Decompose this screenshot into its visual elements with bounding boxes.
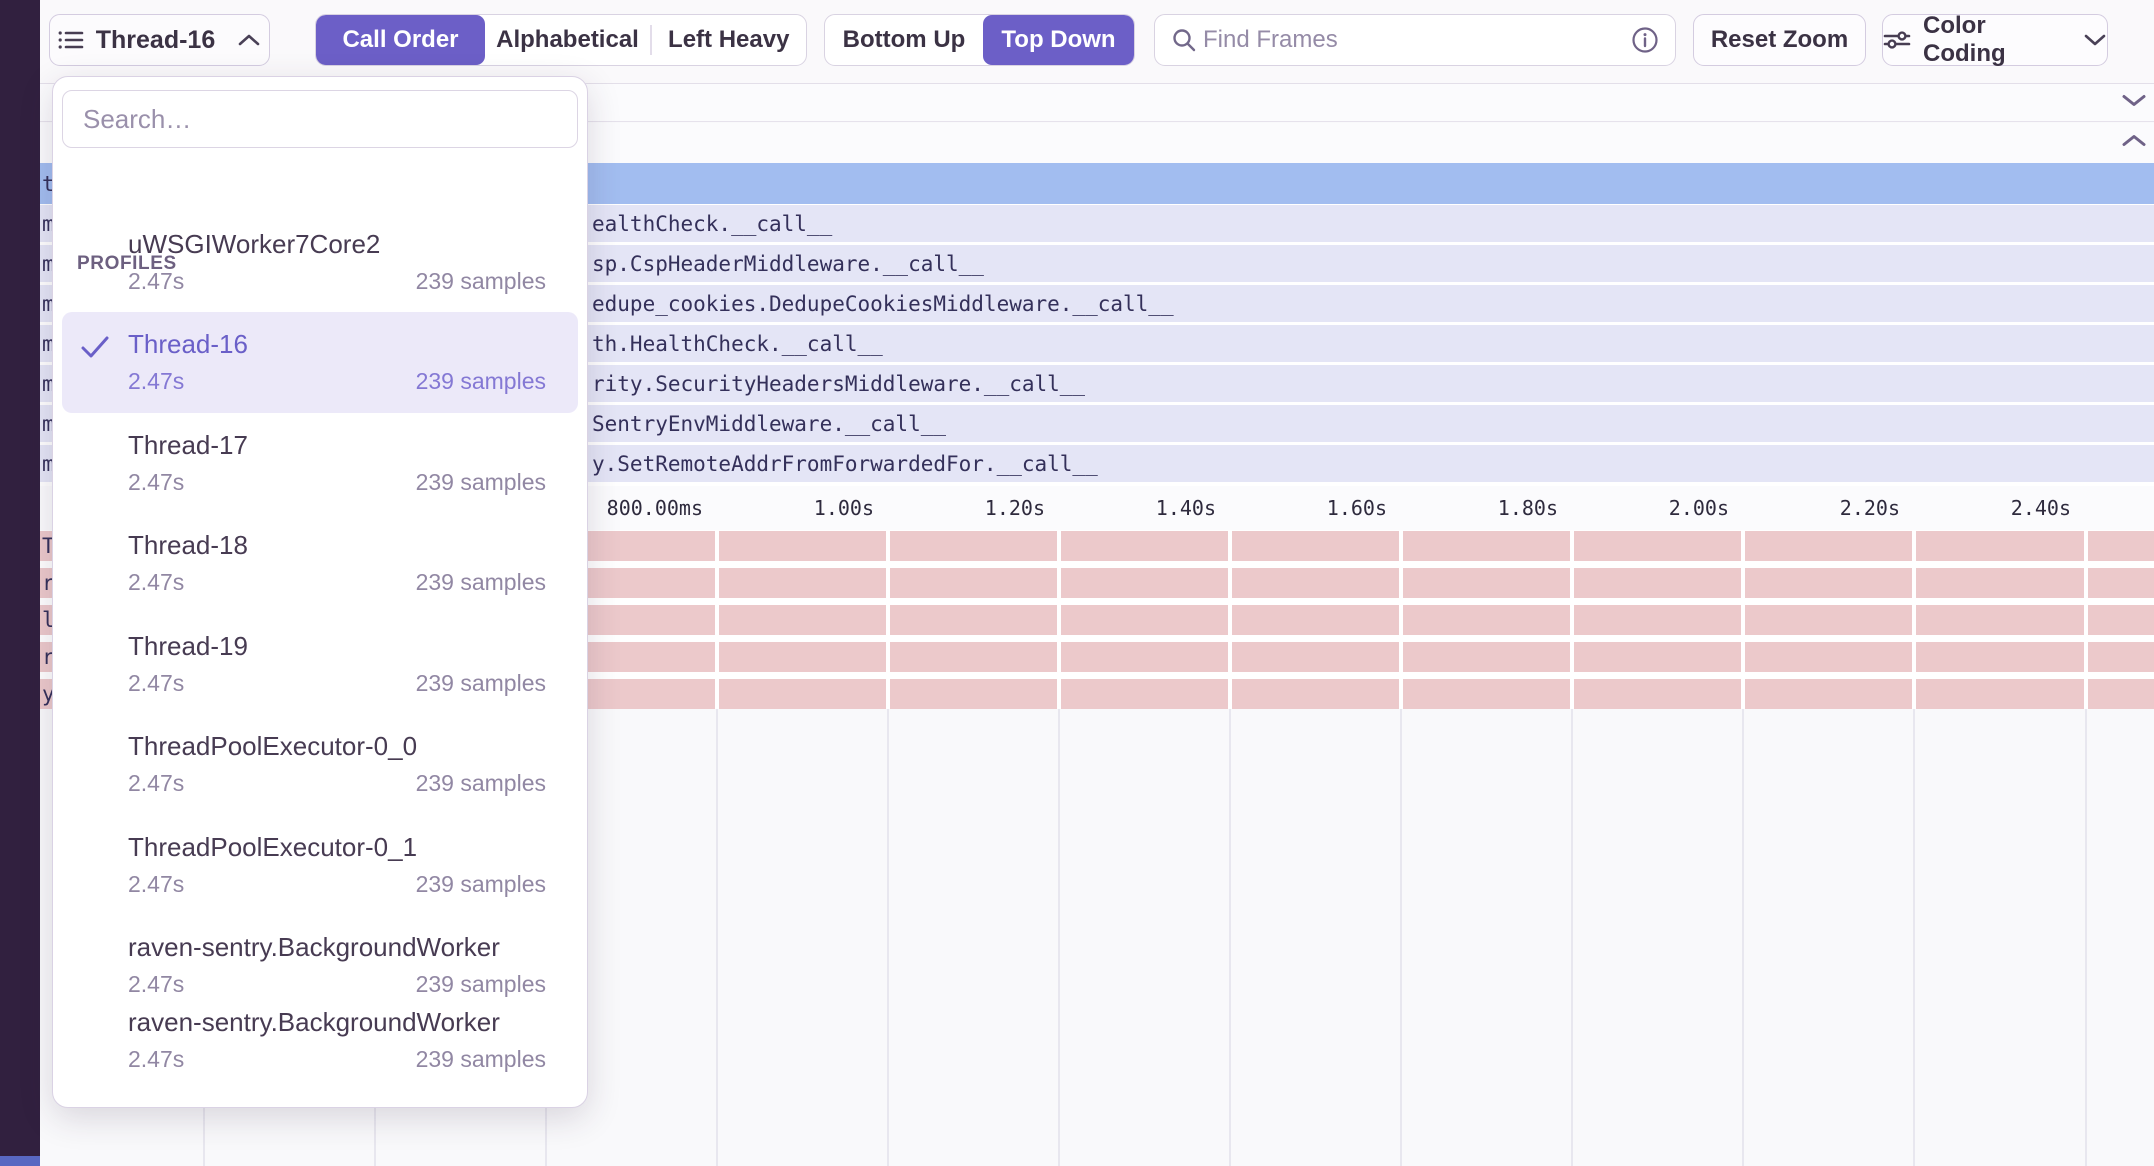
profile-item[interactable]: Thread-17 2.47s 239 samples	[62, 413, 578, 514]
profiles-search-input[interactable]	[63, 104, 577, 135]
profile-duration: 2.47s	[128, 871, 184, 898]
profiles-search-box	[62, 90, 578, 148]
chevron-up-icon	[237, 33, 261, 47]
time-axis-tick: 2.40s	[1925, 496, 2071, 520]
profile-duration: 2.47s	[128, 670, 184, 697]
sort-alphabetical-button[interactable]: Alphabetical	[485, 15, 650, 65]
profile-duration: 2.47s	[128, 469, 184, 496]
profile-samples: 239 samples	[416, 871, 546, 898]
frame-text-fragment: ealthCheck.__call__	[592, 212, 832, 236]
gridline	[1058, 709, 1060, 1166]
profile-name: ThreadPoolExecutor-0_0	[128, 731, 417, 762]
profile-name: Thread-18	[128, 530, 248, 561]
time-axis-tick: 1.80s	[1412, 496, 1558, 520]
profile-samples: 239 samples	[416, 469, 546, 496]
frame-text-fragment: SentryEnvMiddleware.__call__	[592, 412, 946, 436]
gridline	[1741, 531, 1745, 709]
info-icon[interactable]	[1631, 26, 1659, 54]
gridline	[1742, 709, 1744, 1166]
profile-samples: 239 samples	[416, 670, 546, 697]
sliders-icon	[1883, 29, 1911, 51]
gridline	[2085, 709, 2087, 1166]
profile-name: uWSGIWorker7Core2	[128, 229, 380, 260]
thread-list-icon	[58, 29, 84, 51]
find-frames-input[interactable]	[1197, 26, 1631, 54]
thread-selector-button[interactable]: Thread-16	[49, 14, 270, 66]
profile-duration: 2.47s	[128, 770, 184, 797]
profile-duration: 2.47s	[128, 268, 184, 295]
collapse-section-icon[interactable]	[2120, 133, 2148, 154]
profile-samples: 239 samples	[416, 1046, 546, 1073]
gridline	[1570, 531, 1574, 709]
profile-samples: 239 samples	[416, 770, 546, 797]
reset-zoom-button[interactable]: Reset Zoom	[1693, 14, 1866, 66]
gridline	[1913, 709, 1915, 1166]
profile-item[interactable]: Thread-19 2.47s 239 samples	[62, 614, 578, 715]
gridline	[2084, 531, 2088, 709]
profile-item[interactable]: raven-sentry.BackgroundWorker 2.47s 239 s…	[62, 990, 578, 1091]
sort-mode-segment: Call Order Alphabetical Left Heavy	[315, 14, 807, 66]
gridline	[1399, 531, 1403, 709]
direction-top-down-button[interactable]: Top Down	[983, 15, 1134, 65]
profile-duration: 2.47s	[128, 368, 184, 395]
app-sidebar-strip	[0, 0, 40, 1166]
profile-name: Thread-19	[128, 631, 248, 662]
gridline	[1912, 531, 1916, 709]
gridline	[1228, 531, 1232, 709]
search-icon	[1171, 27, 1197, 53]
profile-name: raven-sentry.BackgroundWorker	[128, 932, 500, 963]
frame-text-fragment: rity.SecurityHeadersMiddleware.__call__	[592, 372, 1085, 396]
profile-item[interactable]: Thread-18 2.47s 239 samples	[62, 513, 578, 614]
thread-selector-label: Thread-16	[96, 26, 215, 55]
profiler-flamegraph-screen: t m ealthCheck.__call__ m sp.CspHeaderMi…	[0, 0, 2154, 1166]
profile-item-selected[interactable]: Thread-16 2.47s 239 samples	[62, 312, 578, 413]
frame-text-fragment: y.SetRemoteAddrFromForwardedFor.__call__	[592, 452, 1098, 476]
sidebar-bottom-accent	[0, 1156, 40, 1166]
checkmark-icon	[80, 334, 110, 365]
direction-bottom-up-button[interactable]: Bottom Up	[825, 15, 983, 65]
profile-duration: 2.47s	[128, 1046, 184, 1073]
gridline	[886, 531, 890, 709]
color-coding-label: Color Coding	[1923, 12, 2069, 68]
gridline	[1057, 531, 1061, 709]
time-axis-tick: 2.00s	[1583, 496, 1729, 520]
find-frames-search	[1154, 14, 1676, 66]
profile-item[interactable]: ThreadPoolExecutor-0_1 2.47s 239 samples	[62, 815, 578, 916]
sort-left-heavy-button[interactable]: Left Heavy	[652, 15, 807, 65]
time-axis-tick: 1.40s	[1070, 496, 1216, 520]
color-coding-button[interactable]: Color Coding	[1882, 14, 2108, 66]
profile-name: raven-sentry.BackgroundWorker	[128, 1007, 500, 1038]
profile-samples: 239 samples	[416, 268, 546, 295]
profile-item[interactable]: ThreadPoolExecutor-0_0 2.47s 239 samples	[62, 714, 578, 815]
profile-name: ThreadPoolExecutor-0_1	[128, 832, 417, 863]
gridline	[1400, 709, 1402, 1166]
reset-zoom-label: Reset Zoom	[1711, 26, 1848, 54]
chevron-down-icon	[2083, 33, 2107, 47]
frame-text-fragment: edupe_cookies.DedupeCookiesMiddleware.__…	[592, 292, 1174, 316]
profile-name: Thread-16	[128, 329, 248, 360]
gridline	[716, 709, 718, 1166]
profile-samples: 239 samples	[416, 368, 546, 395]
expand-section-icon[interactable]	[2120, 92, 2148, 113]
gridline	[1229, 709, 1231, 1166]
flamegraph-toolbar: Thread-16 Call Order Alphabetical Left H…	[40, 0, 2154, 84]
frame-text-fragment: th.HealthCheck.__call__	[592, 332, 883, 356]
time-axis-tick: 2.20s	[1754, 496, 1900, 520]
profiles-dropdown-menu: PROFILES uWSGIWorker7Core2 2.47s239 samp…	[52, 76, 588, 1108]
sort-call-order-button[interactable]: Call Order	[316, 15, 485, 65]
time-axis-tick: 1.60s	[1241, 496, 1387, 520]
profile-samples: 239 samples	[416, 569, 546, 596]
profile-name: Thread-17	[128, 430, 248, 461]
gridline	[887, 709, 889, 1166]
profile-duration: 2.47s	[128, 569, 184, 596]
gridline	[715, 531, 719, 709]
time-axis-tick: 1.00s	[728, 496, 874, 520]
time-axis-tick: 1.20s	[899, 496, 1045, 520]
frame-text-fragment: sp.CspHeaderMiddleware.__call__	[592, 252, 984, 276]
profile-item[interactable]: uWSGIWorker7Core2 2.47s 239 samples	[62, 212, 578, 313]
direction-segment: Bottom Up Top Down	[824, 14, 1135, 66]
gridline	[1571, 709, 1573, 1166]
